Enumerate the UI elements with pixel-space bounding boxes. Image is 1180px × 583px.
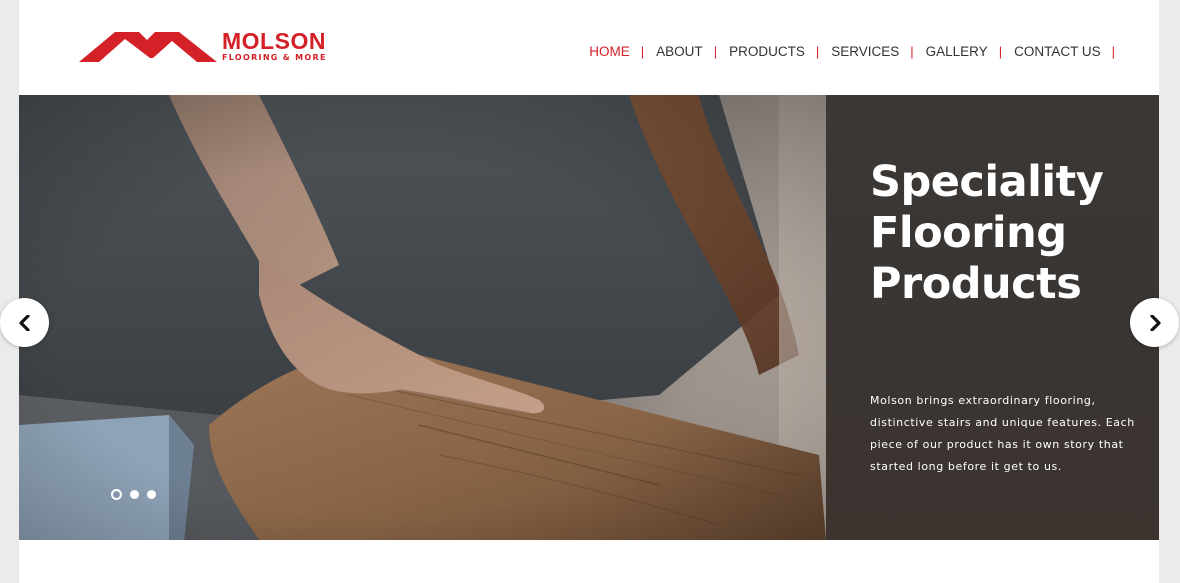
slider-dot-2[interactable] xyxy=(130,490,139,499)
main-nav: HOME | ABOUT | PRODUCTS | SERVICES | GAL… xyxy=(589,44,1115,60)
slider-dot-3[interactable] xyxy=(147,490,156,499)
hero-description: Molson brings extraordinary flooring, di… xyxy=(870,394,1135,473)
brand-tagline: FLOORING & MORE xyxy=(222,53,327,62)
nav-services[interactable]: SERVICES xyxy=(831,44,899,60)
nav-gallery[interactable]: GALLERY xyxy=(926,44,988,60)
nav-contact-us[interactable]: CONTACT US xyxy=(1014,44,1101,60)
slider-prev-button[interactable] xyxy=(0,298,49,347)
hero-photo-hand-on-wood-plank xyxy=(19,95,826,540)
slider-pagination xyxy=(111,489,156,500)
brand-name: MOLSON xyxy=(222,28,326,54)
nav-home[interactable]: HOME xyxy=(589,44,630,60)
nav-separator: | xyxy=(1111,44,1115,59)
nav-separator: | xyxy=(713,44,718,59)
nav-about[interactable]: ABOUT xyxy=(656,44,703,60)
chevron-right-icon xyxy=(1149,314,1161,331)
chevron-left-icon xyxy=(18,314,30,331)
nav-separator: | xyxy=(640,44,645,59)
slider-dot-1[interactable] xyxy=(111,489,122,500)
logo-text: MOLSON FLOORING & MORE xyxy=(222,29,327,63)
roof-logo-icon xyxy=(79,32,217,62)
hero-title: Speciality Flooring Products xyxy=(870,157,1104,309)
hero-slider: Speciality Flooring Products Molson brin… xyxy=(19,95,1159,540)
brand-logo[interactable]: MOLSON FLOORING & MORE xyxy=(79,28,329,64)
nav-products[interactable]: PRODUCTS xyxy=(729,44,805,60)
hero-text-panel: Speciality Flooring Products Molson brin… xyxy=(826,95,1159,540)
slider-next-button[interactable] xyxy=(1130,298,1179,347)
page: MOLSON FLOORING & MORE HOME | ABOUT | PR… xyxy=(19,0,1159,583)
nav-separator: | xyxy=(910,44,914,59)
nav-separator: | xyxy=(998,44,1003,59)
site-header: MOLSON FLOORING & MORE HOME | ABOUT | PR… xyxy=(19,0,1159,95)
nav-separator: | xyxy=(815,44,820,59)
